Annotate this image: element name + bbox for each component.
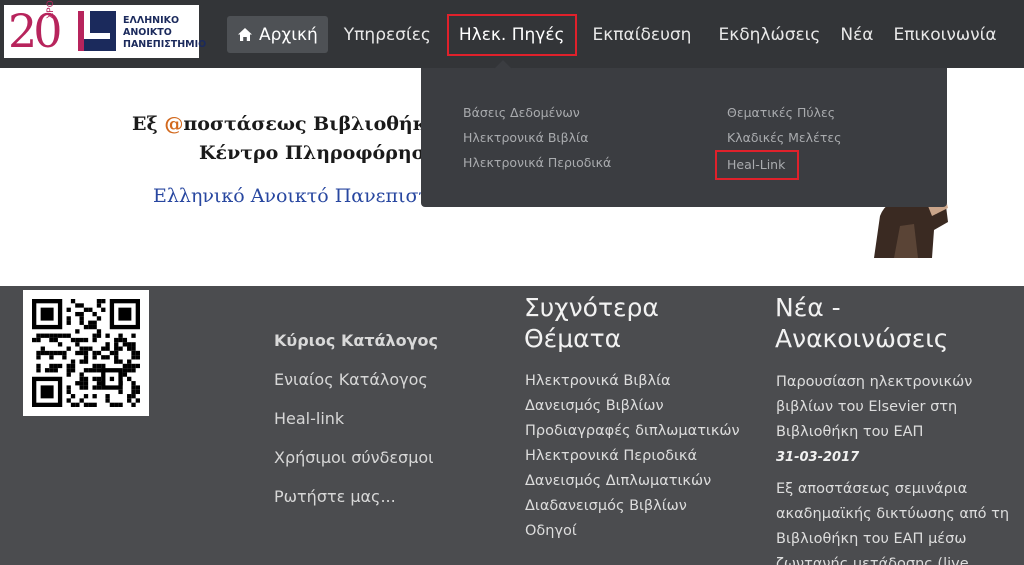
footer-link-heal-link[interactable]: Heal-link	[274, 408, 438, 447]
faq-item[interactable]: Ηλεκτρονικά Βιβλία	[525, 370, 740, 395]
faq-item[interactable]: Δανεισμός Διπλωματικών	[525, 470, 740, 495]
news-item-link[interactable]: Εξ αποστάσεως σεμινάρια ακαδημαϊκής δικτ…	[776, 477, 1016, 565]
news-list: Παρουσίαση ηλεκτρονικών βιβλίων του Else…	[776, 370, 1016, 565]
footer-link-ask-us[interactable]: Ρωτήστε μας...	[274, 486, 438, 525]
banner-title-line1: Εξ @ποστάσεως Βιβλιοθήκη	[132, 113, 441, 135]
main-nav: Αρχική Υπηρεσίες Ηλεκ. Πηγές Εκπαίδευση …	[227, 13, 1007, 56]
faq-item[interactable]: Οδηγοί	[525, 520, 740, 545]
faq-list: Ηλεκτρονικά Βιβλία Δανεισμός Βιβλίων Προ…	[525, 370, 740, 545]
news-item-link[interactable]: Παρουσίαση ηλεκτρονικών βιβλίων του Else…	[776, 370, 1016, 445]
nav-education[interactable]: Εκπαίδευση	[583, 16, 702, 53]
nav-contact[interactable]: Επικοινωνία	[884, 16, 1007, 53]
dropdown-item-sector-studies[interactable]: Κλαδικές Μελέτες	[727, 125, 841, 150]
footer-links: Κύριος Κατάλογος Ενιαίος Κατάλογος Heal-…	[274, 330, 438, 525]
footer: Κύριος Κατάλογος Ενιαίος Κατάλογος Heal-…	[0, 286, 1024, 565]
dropdown-item-subject-portals[interactable]: Θεματικές Πύλες	[727, 100, 841, 125]
footer-link-union-catalog[interactable]: Ενιαίος Κατάλογος	[274, 369, 438, 408]
electronic-sources-dropdown: Βάσεις Δεδομένων Ηλεκτρονικά Βιβλία Ηλεκ…	[421, 68, 947, 207]
nav-home-label: Αρχική	[259, 24, 318, 45]
banner-university-name: Ελληνικό Ανοικτό Πανεπιστ	[153, 185, 429, 207]
news-heading: Νέα - Ανακοινώσεις	[775, 293, 949, 353]
dropdown-item-databases[interactable]: Βάσεις Δεδομένων	[463, 100, 611, 125]
logo-text: ΕΛΛΗΝΙΚΟ ΑΝΟΙΚΤΟ ΠΑΝΕΠΙΣΤΗΜΙΟ	[123, 15, 207, 50]
home-icon	[238, 28, 252, 41]
footer-link-main-catalog[interactable]: Κύριος Κατάλογος	[274, 330, 438, 369]
nav-electronic-sources[interactable]: Ηλεκ. Πηγές	[446, 13, 577, 56]
logo-years-label: ΧΡΟΝΙΑ	[46, 0, 56, 19]
faq-item[interactable]: Προδιαγραφές διπλωματικών	[525, 420, 740, 445]
faq-heading: Συχνότερα Θέματα	[524, 293, 659, 353]
dropdown-pointer	[494, 60, 512, 69]
banner-title-line2: Κέντρο Πληροφόρηση	[199, 142, 440, 164]
nav-events[interactable]: Εκδηλώσεις	[708, 16, 830, 53]
faq-item[interactable]: Ηλεκτρονικά Περιοδικά	[525, 445, 740, 470]
footer-link-useful-links[interactable]: Χρήσιμοι σύνδεσμοι	[274, 447, 438, 486]
qr-code	[23, 290, 149, 416]
dropdown-item-ejournals[interactable]: Ηλεκτρονικά Περιοδικά	[463, 150, 611, 175]
logo-mark-icon	[78, 11, 116, 51]
news-item-date: 31-03-2017	[776, 450, 860, 465]
faq-item[interactable]: Δανεισμός Βιβλίων	[525, 395, 740, 420]
nav-home[interactable]: Αρχική	[227, 16, 328, 53]
nav-news[interactable]: Νέα	[830, 16, 883, 53]
dropdown-column-2: Θεματικές Πύλες Κλαδικές Μελέτες Heal-Li…	[715, 100, 841, 180]
faq-item[interactable]: Διαδανεισμός Βιβλίων	[525, 495, 740, 520]
qr-code-icon	[32, 299, 140, 407]
university-logo[interactable]: 20 ΧΡΟΝΙΑ ΕΛΛΗΝΙΚΟ ΑΝΟΙΚΤΟ ΠΑΝΕΠΙΣΤΗΜΙΟ	[4, 0, 206, 58]
nav-services[interactable]: Υπηρεσίες	[334, 16, 441, 53]
dropdown-item-ebooks[interactable]: Ηλεκτρονικά Βιβλία	[463, 125, 611, 150]
dropdown-item-heal-link[interactable]: Heal-Link	[715, 150, 800, 180]
top-navigation-bar: 20 ΧΡΟΝΙΑ ΕΛΛΗΝΙΚΟ ΑΝΟΙΚΤΟ ΠΑΝΕΠΙΣΤΗΜΙΟ …	[0, 0, 1024, 68]
dropdown-column-1: Βάσεις Δεδομένων Ηλεκτρονικά Βιβλία Ηλεκ…	[463, 100, 611, 175]
